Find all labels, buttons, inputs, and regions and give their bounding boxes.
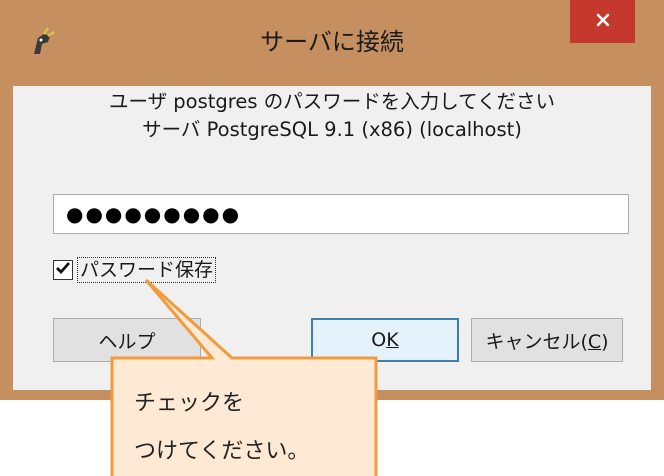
cancel-button-label: キャンセル(C) — [485, 327, 608, 354]
dialog-body: ユーザ postgres のパスワードを入力してください サーバ Postgre… — [13, 86, 651, 390]
ok-button-label: OK — [371, 329, 398, 351]
password-input[interactable]: ●●●●●●●●● — [53, 194, 629, 234]
cancel-label-text: キャンセル( — [485, 330, 588, 353]
save-password-label: パスワード保存 — [77, 257, 217, 283]
cancel-button[interactable]: キャンセル(C) — [471, 318, 623, 362]
save-password-option[interactable]: パスワード保存 — [53, 256, 217, 284]
help-button[interactable]: ヘルプ — [53, 318, 201, 362]
prompt-message: ユーザ postgres のパスワードを入力してください サーバ Postgre… — [13, 88, 651, 144]
cancel-mnemonic: C — [587, 330, 602, 353]
connect-dialog: サーバに接続 ユーザ postgres のパスワードを入力してください サーバ … — [0, 0, 664, 400]
cancel-label-suffix: ) — [601, 330, 609, 353]
checkmark-icon — [55, 260, 71, 280]
callout-text: チェックを つけてください。 — [134, 380, 366, 476]
close-button[interactable] — [570, 0, 635, 43]
callout-line-2: つけてください。 — [134, 439, 310, 464]
title-bar: サーバに接続 — [0, 0, 664, 84]
help-button-label: ヘルプ — [98, 330, 156, 353]
close-icon — [595, 12, 611, 32]
save-password-checkbox[interactable] — [53, 260, 73, 280]
ok-button[interactable]: OK — [311, 318, 459, 362]
prompt-line-user: ユーザ postgres のパスワードを入力してください — [108, 90, 556, 113]
callout-line-1: チェックを — [134, 391, 245, 416]
ok-label-text: O — [371, 329, 387, 351]
ok-mnemonic: K — [386, 329, 399, 351]
window-title: サーバに接続 — [260, 28, 404, 56]
prompt-line-server: サーバ PostgreSQL 9.1 (x86) (localhost) — [142, 118, 522, 141]
